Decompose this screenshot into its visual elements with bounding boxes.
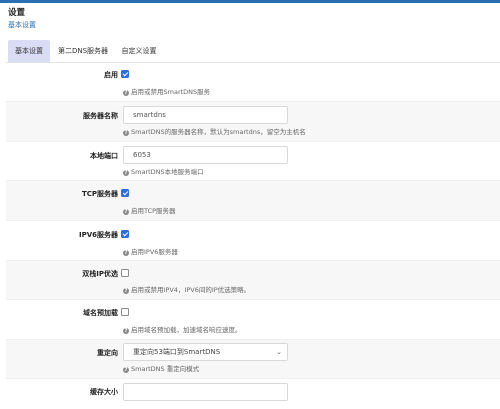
enable-label: 启用	[104, 71, 118, 79]
redirect-help: ? SmartDNS 重定向模式	[123, 365, 199, 374]
local-port-help: ? SmartDNS本地服务端口	[123, 168, 204, 177]
redirect-help-text: SmartDNS 重定向模式	[131, 365, 200, 373]
chevron-down-icon: ⌄	[276, 348, 282, 356]
enable-help: ? 启用或禁用SmartDNS服务	[123, 88, 210, 97]
ipv6-server-row: IPV6服务器 ? 启用IPV6服务器	[6, 221, 500, 261]
tcp-server-help-text: 启用TCP服务器	[131, 207, 176, 215]
tab-bar: 基本设置 第二DNS服务器 自定义设置	[6, 40, 500, 63]
tab-basic-settings[interactable]: 基本设置	[8, 40, 50, 62]
local-port-input[interactable]: 6053	[123, 146, 288, 164]
tab-custom-settings[interactable]: 自定义设置	[116, 40, 162, 62]
cache-size-input[interactable]	[123, 383, 288, 401]
dualstack-help: ? 启用或禁用IPV4，IPV6间的IP优选策略。	[123, 286, 250, 295]
help-circle-icon: ?	[123, 90, 129, 96]
local-port-help-text: SmartDNS本地服务端口	[131, 168, 204, 176]
server-name-row: 服务器名称 smartdns ? SmartDNS的服务器名称，默认为smartd…	[6, 102, 500, 142]
help-circle-icon: ?	[123, 367, 129, 373]
ipv6-server-help-text: 启用IPV6服务器	[131, 248, 178, 256]
tcp-server-help: ? 启用TCP服务器	[123, 207, 176, 216]
prefetch-help-text: 启用域名预加载，加速域名响应速度。	[131, 326, 242, 334]
top-accent-bar	[0, 0, 500, 3]
ipv6-server-help: ? 启用IPV6服务器	[123, 248, 178, 257]
server-name-help-text: SmartDNS的服务器名称，默认为smartdns，留空为主机名	[131, 128, 306, 136]
help-circle-icon: ?	[123, 209, 129, 215]
dualstack-checkbox[interactable]	[121, 269, 129, 277]
help-circle-icon: ?	[123, 328, 129, 334]
help-circle-icon: ?	[123, 130, 129, 136]
page-title: 设置	[8, 8, 26, 18]
prefetch-label: 域名预加载	[83, 309, 118, 317]
redirect-select-value: 重定向53端口到SmartDNS	[133, 348, 221, 356]
help-circle-icon: ?	[123, 288, 129, 294]
cache-size-label: 缓存大小	[90, 388, 118, 396]
page-header: 设置 基本设置	[8, 8, 36, 30]
redirect-select[interactable]: 重定向53端口到SmartDNS ⌄	[123, 343, 288, 361]
dualstack-label: 双栈IP优选	[82, 270, 118, 278]
dualstack-help-text: 启用或禁用IPV4，IPV6间的IP优选策略。	[131, 286, 251, 294]
prefetch-help: ? 启用域名预加载，加速域名响应速度。	[123, 326, 242, 335]
local-port-row: 本地端口 6053 ? SmartDNS本地服务端口	[6, 142, 500, 181]
tcp-server-label: TCP服务器	[81, 190, 118, 198]
help-circle-icon: ?	[123, 250, 129, 256]
ipv6-server-checkbox[interactable]	[121, 230, 129, 238]
server-name-label: 服务器名称	[83, 112, 118, 120]
tab-second-dns-server[interactable]: 第二DNS服务器	[54, 40, 112, 62]
redirect-label: 重定向	[97, 349, 118, 357]
server-name-input[interactable]: smartdns	[123, 106, 288, 124]
dualstack-row: 双栈IP优选 ? 启用或禁用IPV4，IPV6间的IP优选策略。	[6, 261, 500, 300]
redirect-row: 重定向 重定向53端口到SmartDNS ⌄ ? SmartDNS 重定向模式	[6, 340, 500, 379]
server-name-help: ? SmartDNS的服务器名称，默认为smartdns，留空为主机名	[123, 128, 306, 137]
breadcrumb[interactable]: 基本设置	[8, 20, 36, 30]
tcp-server-checkbox[interactable]	[121, 189, 129, 197]
enable-row: 启用 ? 启用或禁用SmartDNS服务	[6, 62, 500, 102]
tcp-server-row: TCP服务器 ? 启用TCP服务器	[6, 181, 500, 221]
enable-help-text: 启用或禁用SmartDNS服务	[131, 88, 211, 96]
cache-size-row: 缓存大小	[6, 379, 500, 409]
help-circle-icon: ?	[123, 170, 129, 176]
prefetch-checkbox[interactable]	[121, 308, 129, 316]
enable-checkbox[interactable]	[121, 70, 129, 78]
ipv6-server-label: IPV6服务器	[78, 231, 118, 239]
local-port-label: 本地端口	[90, 152, 118, 160]
settings-form: 启用 ? 启用或禁用SmartDNS服务 服务器名称 smartdns ? Smar…	[6, 62, 500, 409]
prefetch-row: 域名预加载 ? 启用域名预加载，加速域名响应速度。	[6, 300, 500, 340]
